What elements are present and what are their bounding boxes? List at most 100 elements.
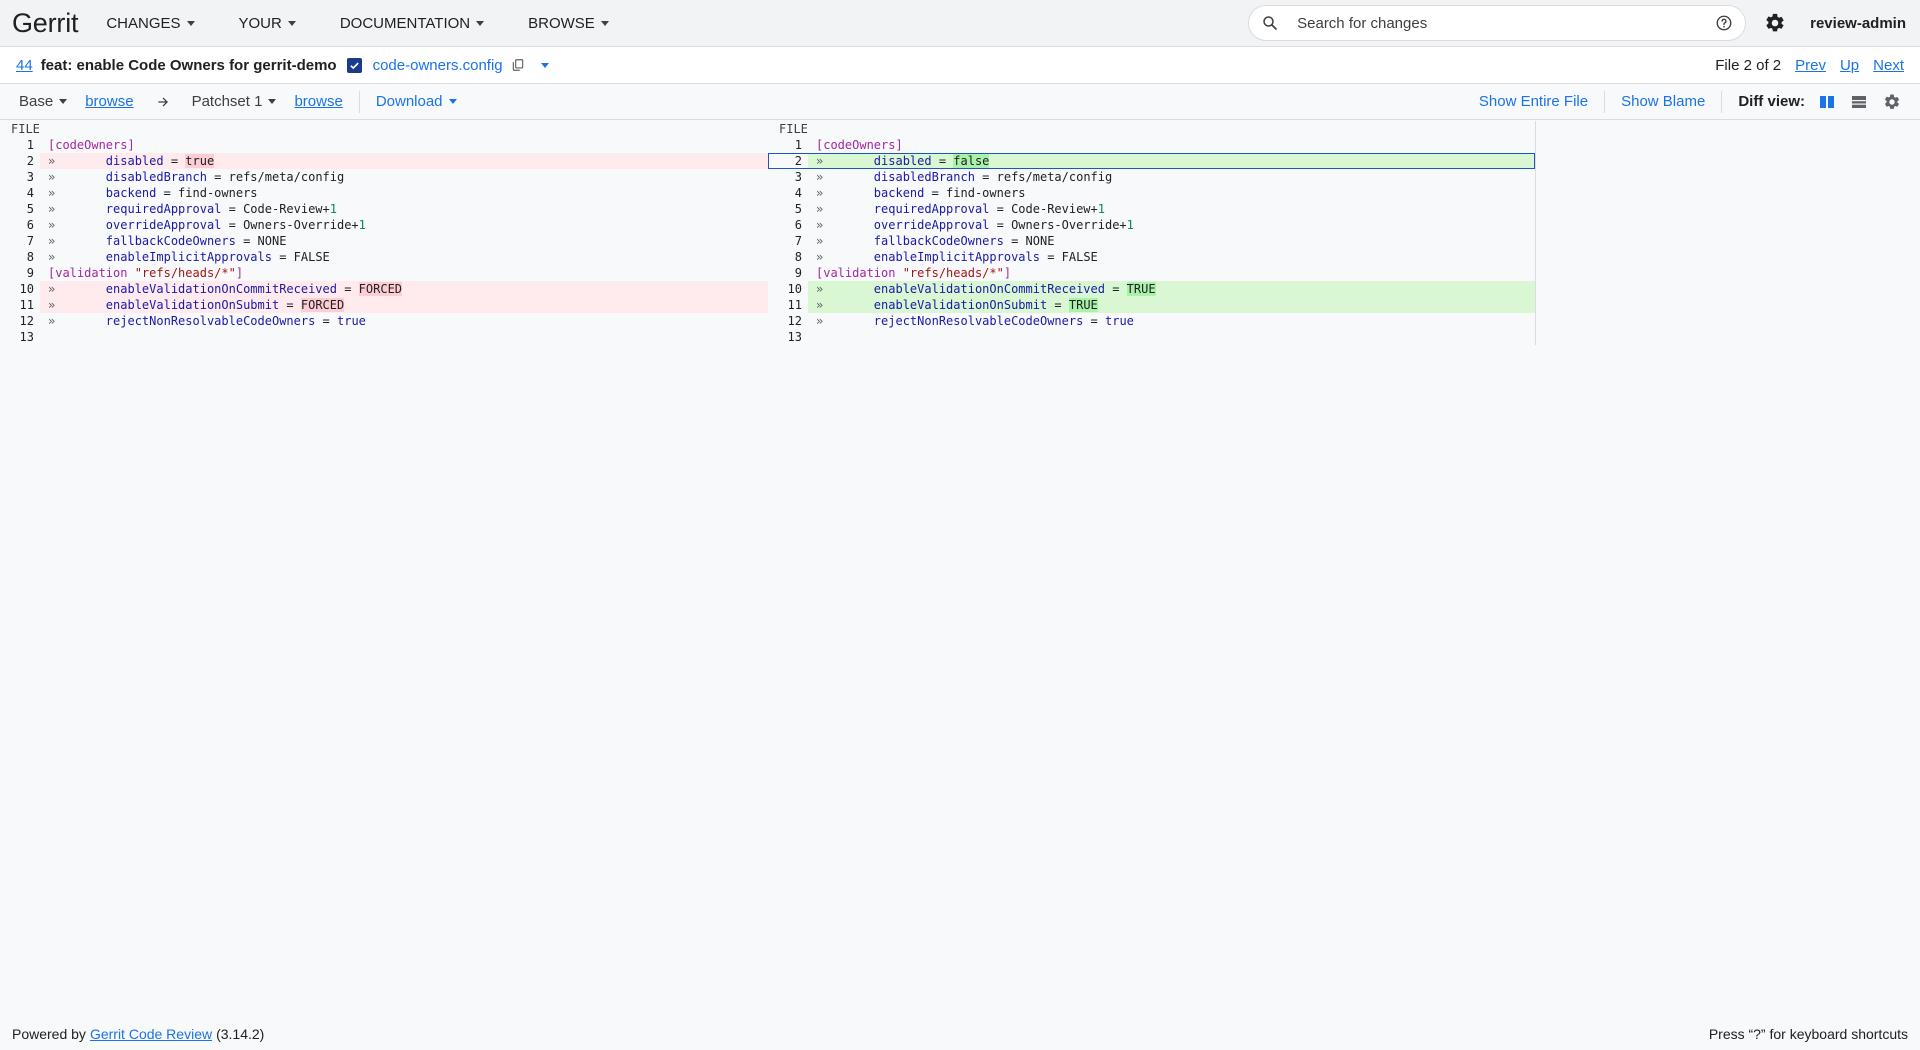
diff-line-right[interactable]: 9 [validation "refs/heads/*"] bbox=[768, 265, 1535, 281]
line-number[interactable]: 3 bbox=[768, 169, 808, 185]
line-number[interactable]: 2 bbox=[768, 153, 808, 169]
code-token: = Owners-Override+ bbox=[221, 218, 359, 232]
line-number[interactable]: 1 bbox=[0, 137, 40, 153]
patchset-dropdown[interactable]: Patchset 1 bbox=[192, 93, 277, 110]
menu-your[interactable]: YOUR bbox=[239, 15, 296, 32]
download-dropdown[interactable]: Download bbox=[376, 93, 457, 110]
line-number[interactable]: 11 bbox=[768, 297, 808, 313]
browse-patchset-link[interactable]: browse bbox=[294, 93, 342, 110]
line-number[interactable]: 5 bbox=[0, 201, 40, 217]
base-patchset-dropdown[interactable]: Base bbox=[19, 93, 68, 110]
powered-by-text: Powered by bbox=[12, 1026, 86, 1042]
copy-icon[interactable] bbox=[511, 58, 525, 72]
line-number[interactable]: 3 bbox=[0, 169, 40, 185]
side-by-side-view-icon[interactable] bbox=[1819, 95, 1835, 109]
diff-preferences-gear-icon[interactable] bbox=[1883, 93, 1901, 111]
line-content: » rejectNonResolvableCodeOwners = true bbox=[40, 313, 768, 329]
gerrit-code-review-link[interactable]: Gerrit Code Review bbox=[90, 1026, 212, 1042]
diff-line-right[interactable]: 8» enableImplicitApprovals = FALSE bbox=[768, 249, 1535, 265]
search-box[interactable] bbox=[1248, 5, 1747, 41]
diff-line-left[interactable]: 6» overrideApproval = Owners-Override+1 bbox=[0, 217, 768, 233]
line-number[interactable]: 12 bbox=[0, 313, 40, 329]
diff-line-right[interactable]: 4» backend = find-owners bbox=[768, 185, 1535, 201]
search-input[interactable] bbox=[1297, 14, 1716, 32]
prev-file-link[interactable]: Prev bbox=[1795, 57, 1826, 74]
code-token: [codeOwners] bbox=[816, 138, 903, 152]
line-number[interactable]: 8 bbox=[0, 249, 40, 265]
diff-line-right[interactable]: 6» overrideApproval = Owners-Override+1 bbox=[768, 217, 1535, 233]
line-content: » requiredApproval = Code-Review+1 bbox=[808, 201, 1535, 217]
line-number[interactable]: 1 bbox=[768, 137, 808, 153]
file-name-dropdown[interactable]: code-owners.config bbox=[373, 57, 503, 74]
diff-line-left[interactable]: 10» enableValidationOnCommitReceived = F… bbox=[0, 281, 768, 297]
line-number[interactable]: 13 bbox=[0, 329, 40, 345]
diff-line-left[interactable]: 9 [validation "refs/heads/*"] bbox=[0, 265, 768, 281]
line-number[interactable]: 7 bbox=[0, 233, 40, 249]
code-token: true bbox=[1105, 314, 1134, 328]
diff-line-right[interactable]: 13 bbox=[768, 329, 1535, 345]
line-number[interactable]: 7 bbox=[768, 233, 808, 249]
diff-line-right[interactable]: 12» rejectNonResolvableCodeOwners = true bbox=[768, 313, 1535, 329]
code-token: = NONE bbox=[1003, 234, 1055, 248]
next-file-link[interactable]: Next bbox=[1873, 57, 1904, 74]
toolbar-divider bbox=[1721, 90, 1723, 113]
diff-line-left[interactable]: 5» requiredApproval = Code-Review+1 bbox=[0, 201, 768, 217]
diff-line-right[interactable]: 10» enableValidationOnCommitReceived = T… bbox=[768, 281, 1535, 297]
diff-line-left[interactable]: 11» enableValidationOnSubmit = FORCED bbox=[0, 297, 768, 313]
diff-line-left[interactable]: 7» fallbackCodeOwners = NONE bbox=[0, 233, 768, 249]
line-number[interactable]: 2 bbox=[0, 153, 40, 169]
line-number[interactable]: 10 bbox=[768, 281, 808, 297]
diff-line-right[interactable]: 3» disabledBranch = refs/meta/config bbox=[768, 169, 1535, 185]
menu-changes[interactable]: CHANGES bbox=[106, 15, 195, 32]
file-chevron-down-icon[interactable] bbox=[540, 62, 549, 68]
up-link[interactable]: Up bbox=[1840, 57, 1859, 74]
file-header-right: FILE bbox=[768, 121, 1535, 137]
reviewed-checkbox[interactable] bbox=[346, 57, 362, 73]
line-number[interactable]: 4 bbox=[0, 185, 40, 201]
code-token: rejectNonResolvableCodeOwners bbox=[105, 314, 316, 328]
diff-line-left[interactable]: 3» disabledBranch = refs/meta/config bbox=[0, 169, 768, 185]
diff-line-right[interactable]: 11» enableValidationOnSubmit = TRUE bbox=[768, 297, 1535, 313]
diff-line-left[interactable]: 2» disabled = true bbox=[0, 153, 768, 169]
diff-line-right[interactable]: 5» requiredApproval = Code-Review+1 bbox=[768, 201, 1535, 217]
code-token: » bbox=[48, 298, 106, 312]
diff-line-left[interactable]: 1 [codeOwners] bbox=[0, 137, 768, 153]
top-header: Gerrit CHANGES YOUR DOCUMENTATION BROWSE… bbox=[0, 0, 1920, 47]
menu-browse[interactable]: BROWSE bbox=[528, 15, 609, 32]
line-number[interactable]: 9 bbox=[768, 265, 808, 281]
show-entire-file-button[interactable]: Show Entire File bbox=[1479, 93, 1588, 110]
line-number[interactable]: 4 bbox=[768, 185, 808, 201]
diff-line-left[interactable]: 13 bbox=[0, 329, 768, 345]
line-number[interactable]: 6 bbox=[0, 217, 40, 233]
line-number[interactable]: 8 bbox=[768, 249, 808, 265]
brand-logo[interactable]: Gerrit bbox=[12, 8, 79, 39]
browse-base-link[interactable]: browse bbox=[85, 93, 133, 110]
code-token: ] bbox=[1003, 266, 1012, 280]
code-token: » bbox=[816, 186, 874, 200]
code-token: » bbox=[48, 170, 106, 184]
diff-line-right[interactable]: 2» disabled = false bbox=[768, 153, 1535, 169]
diff-line-right[interactable]: 1 [codeOwners] bbox=[768, 137, 1535, 153]
code-token: disabled bbox=[105, 154, 164, 168]
code-token: » bbox=[816, 314, 874, 328]
show-blame-button[interactable]: Show Blame bbox=[1621, 93, 1705, 110]
user-account-name[interactable]: review-admin bbox=[1810, 15, 1906, 32]
line-number[interactable]: 11 bbox=[0, 297, 40, 313]
diff-line-left[interactable]: 8» enableImplicitApprovals = FALSE bbox=[0, 249, 768, 265]
code-token: 1 bbox=[1097, 202, 1105, 216]
line-number[interactable]: 5 bbox=[768, 201, 808, 217]
diff-line-right[interactable]: 7» fallbackCodeOwners = NONE bbox=[768, 233, 1535, 249]
unified-view-icon[interactable] bbox=[1851, 95, 1867, 109]
settings-gear-icon[interactable] bbox=[1764, 12, 1786, 34]
diff-line-left[interactable]: 12» rejectNonResolvableCodeOwners = true bbox=[0, 313, 768, 329]
line-number[interactable]: 12 bbox=[768, 313, 808, 329]
menu-documentation[interactable]: DOCUMENTATION bbox=[340, 15, 485, 32]
diff-line-left[interactable]: 4» backend = find-owners bbox=[0, 185, 768, 201]
change-number-link[interactable]: 44 bbox=[16, 57, 33, 74]
line-number[interactable]: 10 bbox=[0, 281, 40, 297]
code-token: = find-owners bbox=[156, 186, 258, 200]
line-number[interactable]: 6 bbox=[768, 217, 808, 233]
line-number[interactable]: 9 bbox=[0, 265, 40, 281]
help-icon[interactable] bbox=[1715, 14, 1733, 32]
line-number[interactable]: 13 bbox=[768, 329, 808, 345]
